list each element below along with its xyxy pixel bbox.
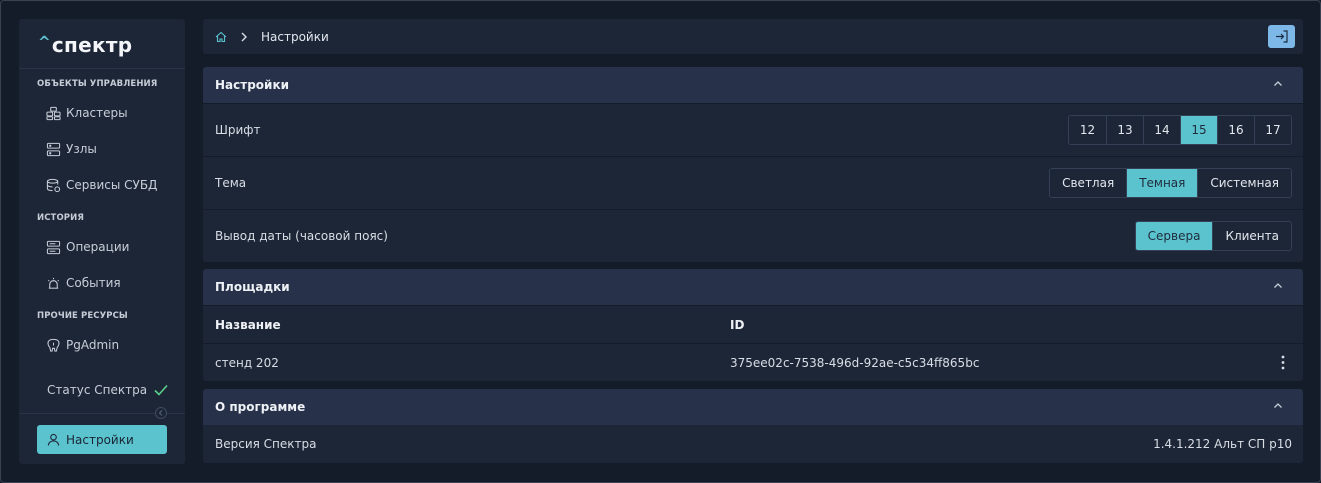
version-label: Версия Спектра: [215, 437, 317, 451]
postgres-elephant-icon: [46, 338, 61, 353]
font-size-option-selected[interactable]: 15: [1180, 116, 1217, 144]
font-size-option[interactable]: 16: [1217, 116, 1254, 144]
theme-option-dark[interactable]: Темная: [1126, 169, 1198, 197]
about-panel: О программе Версия Спектра 1.4.1.212 Аль…: [203, 389, 1303, 463]
logout-button[interactable]: [1268, 25, 1295, 48]
logo-text: спектр: [51, 33, 133, 57]
font-setting-row: Шрифт 12 13 14 15 16 17: [203, 103, 1303, 156]
sidebar-item-pgadmin[interactable]: PgAdmin: [19, 327, 185, 363]
checkmark-icon: [154, 384, 168, 396]
section-title-management: ОБЪЕКТЫ УПРАВЛЕНИЯ: [37, 79, 158, 89]
table-row[interactable]: стенд 202 375ee02c-7538-496d-92ae-c5c34f…: [203, 343, 1303, 381]
sidebar-item-operations[interactable]: Операции: [19, 229, 185, 265]
sidebar-item-label: PgAdmin: [66, 338, 120, 352]
sidebar-item-label: Сервисы СУБД: [66, 178, 158, 192]
font-size-option[interactable]: 17: [1254, 116, 1291, 144]
font-size-option[interactable]: 14: [1143, 116, 1180, 144]
settings-panel-header[interactable]: Настройки: [203, 67, 1303, 103]
settings-button-label: Настройки: [66, 432, 134, 447]
timezone-option-server[interactable]: Сервера: [1135, 222, 1213, 250]
user-icon: [47, 433, 60, 446]
theme-setting-row: Тема Светлая Темная Системная: [203, 156, 1303, 209]
sidebar-item-label: События: [66, 276, 121, 290]
chevron-left-icon: [158, 410, 163, 416]
theme-selector: Светлая Темная Системная: [1049, 168, 1292, 198]
site-name-cell: стенд 202: [215, 355, 279, 370]
home-icon[interactable]: [215, 31, 227, 43]
clusters-icon: [46, 106, 61, 121]
theme-label: Тема: [215, 176, 247, 190]
sidebar-item-label: Кластеры: [66, 106, 128, 120]
status-label: Статус Спектра: [47, 383, 148, 397]
operations-icon: [46, 240, 61, 255]
theme-option-system[interactable]: Системная: [1197, 169, 1291, 197]
app-logo[interactable]: ^спектр: [19, 19, 185, 69]
panel-title: О программе: [215, 400, 306, 414]
date-output-row: Вывод даты (часовой пояс) Сервера Клиент…: [203, 209, 1303, 262]
date-output-label: Вывод даты (часовой пояс): [215, 229, 388, 243]
column-header-name[interactable]: Название: [203, 318, 730, 332]
chevron-up-icon[interactable]: [1273, 402, 1283, 409]
section-title-other: ПРОЧИЕ РЕСУРСЫ: [37, 311, 128, 321]
font-size-option[interactable]: 13: [1106, 116, 1143, 144]
timezone-selector: Сервера Клиента: [1134, 221, 1292, 251]
version-value: 1.4.1.212 Альт СП р10: [1153, 437, 1292, 451]
sites-panel: Площадки Название ID стенд 202 375ee02c-…: [203, 269, 1303, 381]
sidebar: ^спектр ОБЪЕКТЫ УПРАВЛЕНИЯ Кластеры Узлы…: [19, 19, 185, 464]
logout-icon: [1275, 30, 1288, 43]
breadcrumb: Настройки: [203, 19, 1303, 54]
about-panel-header[interactable]: О программе: [203, 389, 1303, 425]
sidebar-item-dbms-services[interactable]: Сервисы СУБД: [19, 167, 185, 203]
chevron-right-icon: [240, 32, 248, 42]
database-service-icon: [46, 178, 61, 193]
chevron-up-icon[interactable]: [1273, 80, 1283, 87]
settings-button[interactable]: Настройки: [37, 425, 167, 454]
section-title-history: ИСТОРИЯ: [37, 213, 84, 223]
panel-title: Площадки: [215, 280, 290, 294]
breadcrumb-current: Настройки: [261, 29, 329, 44]
chevron-up-icon[interactable]: [1273, 282, 1283, 289]
more-actions-icon[interactable]: [1281, 355, 1285, 370]
sidebar-item-events[interactable]: События: [19, 265, 185, 301]
sites-panel-header[interactable]: Площадки: [203, 269, 1303, 305]
alarm-icon: [46, 276, 61, 291]
column-header-id[interactable]: ID: [730, 318, 1303, 332]
sidebar-item-clusters[interactable]: Кластеры: [19, 95, 185, 131]
panel-title: Настройки: [215, 78, 290, 92]
sidebar-item-label: Операции: [66, 240, 130, 254]
collapse-sidebar-button[interactable]: [155, 407, 167, 419]
font-label: Шрифт: [215, 123, 261, 137]
font-size-selector: 12 13 14 15 16 17: [1068, 115, 1292, 145]
site-id-cell: 375ee02c-7538-496d-92ae-c5c34ff865bc: [730, 355, 980, 370]
table-header: Название ID: [203, 305, 1303, 343]
settings-panel: Настройки Шрифт 12 13 14 15 16 17 Тема С…: [203, 67, 1303, 262]
theme-option-light[interactable]: Светлая: [1050, 169, 1127, 197]
timezone-option-client[interactable]: Клиента: [1212, 222, 1291, 250]
logo-caret: ^: [38, 33, 51, 51]
system-status[interactable]: Статус Спектра: [47, 383, 168, 397]
sidebar-item-label: Узлы: [66, 142, 97, 156]
sidebar-item-nodes[interactable]: Узлы: [19, 131, 185, 167]
server-icon: [46, 142, 61, 157]
font-size-option[interactable]: 12: [1069, 116, 1106, 144]
version-row: Версия Спектра 1.4.1.212 Альт СП р10: [203, 425, 1303, 463]
